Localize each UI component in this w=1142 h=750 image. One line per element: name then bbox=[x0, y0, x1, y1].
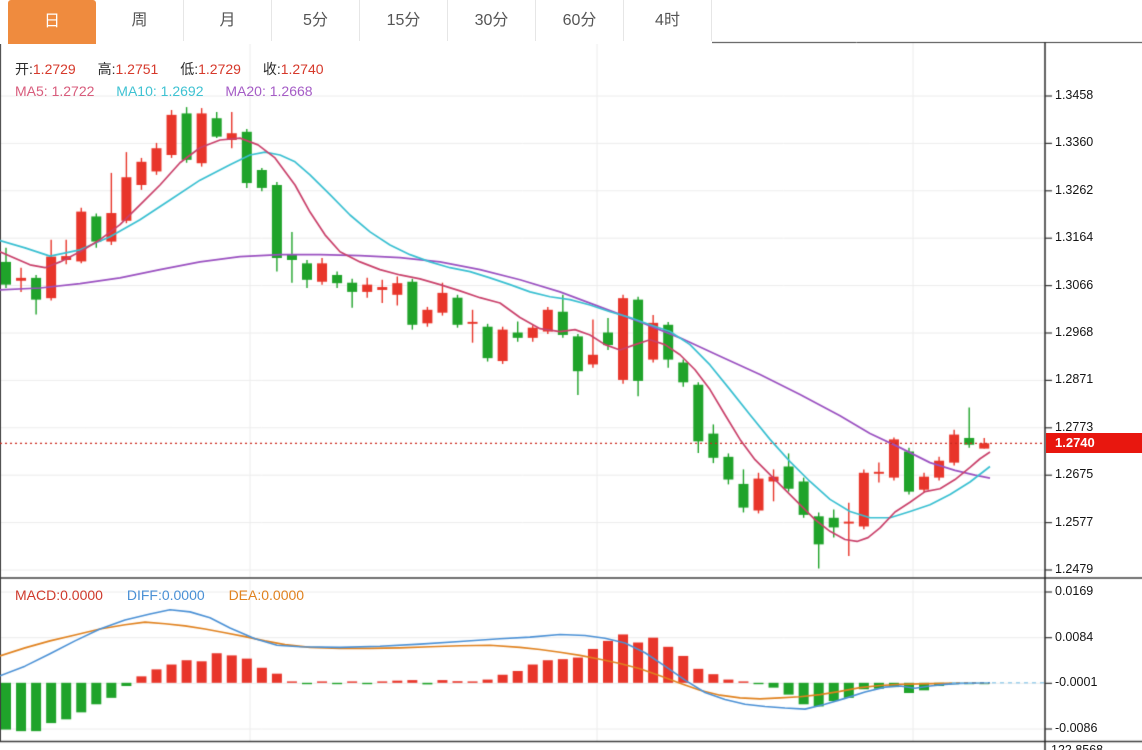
tab-60min[interactable]: 60分 bbox=[536, 0, 624, 41]
y-axis-tick-label: -0.0086 bbox=[1055, 721, 1097, 735]
y-axis-tick-label: 1.3360 bbox=[1055, 135, 1093, 149]
ma5-readout: MA5: 1.2722 bbox=[15, 83, 94, 99]
close-label: 收: bbox=[263, 61, 281, 77]
last-price-tag: 1.2740 bbox=[1046, 433, 1142, 453]
y-axis-tick-label: 0.0169 bbox=[1055, 584, 1093, 598]
next-panel-partial-label: 122.8568 bbox=[1051, 743, 1103, 750]
trading-chart-app: 日 周 月 5分 15分 30分 60分 4时 开:1.2729 高:1.275… bbox=[0, 0, 1142, 750]
macd-value: MACD:0.0000 bbox=[15, 587, 103, 603]
y-axis-tick-label: 1.2577 bbox=[1055, 515, 1093, 529]
y-axis-tick-label: 0.0084 bbox=[1055, 630, 1093, 644]
ma20-readout: MA20: 1.2668 bbox=[225, 83, 312, 99]
timeframe-tabbar: 日 周 月 5分 15分 30分 60分 4时 bbox=[0, 0, 712, 44]
dea-value: DEA:0.0000 bbox=[229, 587, 305, 603]
tab-week[interactable]: 周 bbox=[96, 0, 184, 41]
ma-readout: MA5: 1.2722 MA10: 1.2692 MA20: 1.2668 bbox=[15, 83, 313, 99]
open-label: 开: bbox=[15, 61, 33, 77]
tab-4hour[interactable]: 4时 bbox=[624, 0, 712, 41]
close-value: 1.2740 bbox=[281, 61, 324, 77]
tab-month[interactable]: 月 bbox=[184, 0, 272, 41]
tab-5min[interactable]: 5分 bbox=[272, 0, 360, 41]
y-axis-tick-label: 1.2773 bbox=[1055, 420, 1093, 434]
y-axis-tick-label: 1.3164 bbox=[1055, 230, 1093, 244]
tab-15min[interactable]: 15分 bbox=[360, 0, 448, 41]
open-value: 1.2729 bbox=[33, 61, 76, 77]
ma10-readout: MA10: 1.2692 bbox=[116, 83, 203, 99]
y-axis-tick-label: 1.3458 bbox=[1055, 88, 1093, 102]
low-label: 低: bbox=[180, 61, 198, 77]
candlestick-chart-canvas[interactable] bbox=[0, 0, 1142, 750]
y-axis-tick-label: 1.2968 bbox=[1055, 325, 1093, 339]
diff-value: DIFF:0.0000 bbox=[127, 587, 205, 603]
y-axis-tick-label: 1.2675 bbox=[1055, 467, 1093, 481]
y-axis-tick-label: 1.3262 bbox=[1055, 183, 1093, 197]
y-axis-tick-label: 1.2871 bbox=[1055, 372, 1093, 386]
y-axis-tick-label: -0.0001 bbox=[1055, 675, 1097, 689]
tab-day[interactable]: 日 bbox=[8, 0, 96, 44]
low-value: 1.2729 bbox=[198, 61, 241, 77]
ohlc-readout: 开:1.2729 高:1.2751 低:1.2729 收:1.2740 bbox=[15, 59, 342, 79]
macd-readout: MACD:0.0000 DIFF:0.0000 DEA:0.0000 bbox=[15, 587, 304, 603]
high-value: 1.2751 bbox=[116, 61, 159, 77]
tab-30min[interactable]: 30分 bbox=[448, 0, 536, 41]
high-label: 高: bbox=[98, 61, 116, 77]
y-axis-tick-label: 1.2479 bbox=[1055, 562, 1093, 576]
y-axis-tick-label: 1.3066 bbox=[1055, 278, 1093, 292]
